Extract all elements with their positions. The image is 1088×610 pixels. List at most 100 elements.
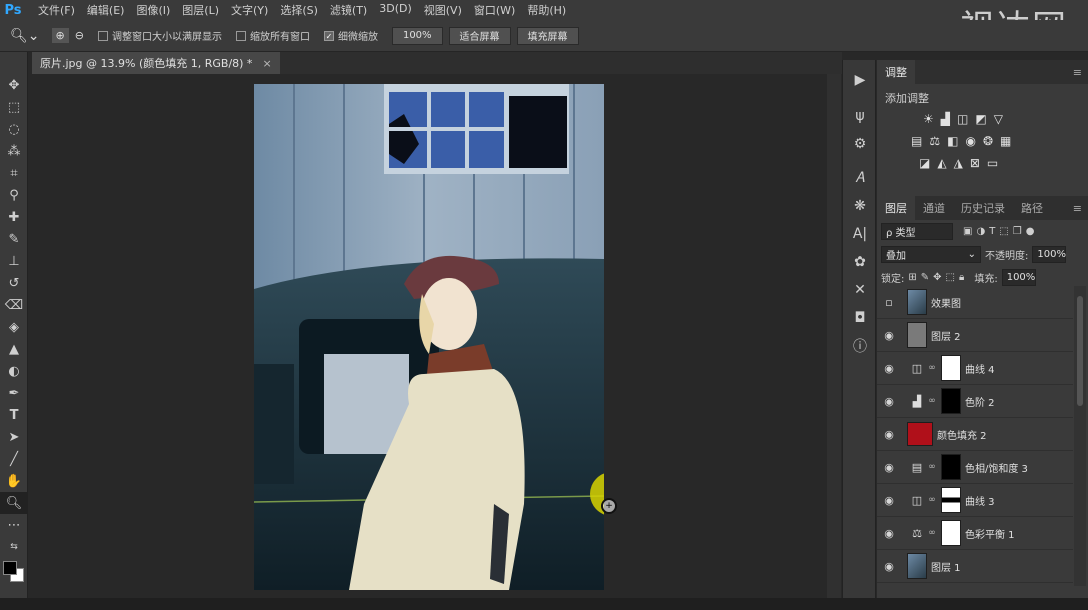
visibility-eye-icon[interactable]: ◉: [877, 461, 901, 474]
brush-tool-icon[interactable]: ✎: [0, 228, 28, 250]
foreground-color-swatch[interactable]: [3, 561, 17, 575]
visibility-eye-icon[interactable]: ◉: [877, 329, 901, 342]
link-icon[interactable]: ∞: [927, 396, 937, 406]
line-tool-icon[interactable]: ╱: [0, 448, 28, 470]
more-tools-icon[interactable]: ⋯: [0, 514, 28, 536]
zoom-100-button[interactable]: 100%: [391, 26, 443, 45]
channel-mixer-icon[interactable]: ❂: [983, 134, 993, 148]
visibility-eye-icon[interactable]: ◉: [877, 527, 901, 540]
visibility-eye-icon[interactable]: ◉: [877, 362, 901, 375]
character-icon[interactable]: 𝐴: [843, 164, 877, 192]
scrubby-zoom-checkbox[interactable]: ✓ 细微缩放: [323, 28, 378, 43]
zoom-tool-icon[interactable]: 🔍︎: [0, 492, 28, 514]
swatch-icon[interactable]: ❋: [843, 192, 877, 220]
layer-row[interactable]: ◉ ▟ ∞ 色阶 2: [877, 385, 1073, 418]
visibility-eye-icon[interactable]: ▫: [877, 296, 901, 309]
history-brush-tool-icon[interactable]: ↺: [0, 272, 28, 294]
document-image[interactable]: [254, 84, 604, 590]
stamp-tool-icon[interactable]: ⊥: [0, 250, 28, 272]
selective-color-icon[interactable]: ⊠: [970, 156, 980, 170]
link-icon[interactable]: ∞: [927, 462, 937, 472]
layer-row[interactable]: ◉ 颜色填充 2: [877, 418, 1073, 451]
link-icon[interactable]: ∞: [927, 528, 937, 538]
menu-item[interactable]: 文字(Y): [225, 2, 274, 18]
levels-icon[interactable]: ▟: [941, 112, 950, 126]
menu-item[interactable]: 帮助(H): [521, 2, 572, 18]
adjust-sliders-icon[interactable]: ⚙: [843, 130, 877, 158]
tools-crossed-icon[interactable]: ✕: [843, 276, 877, 304]
lock-all-icon[interactable]: 🔒︎: [959, 272, 964, 283]
pen-tool-icon[interactable]: ✒: [0, 382, 28, 404]
menu-item[interactable]: 图层(L): [176, 2, 225, 18]
link-icon[interactable]: ∞: [927, 495, 937, 505]
layer-row[interactable]: ◉ ⚖ ∞ 色彩平衡 1: [877, 517, 1073, 550]
photo-filter-icon[interactable]: ◉: [965, 134, 975, 148]
tab-layers-panel[interactable]: 路径: [1013, 196, 1051, 220]
info-icon[interactable]: ⓘ: [843, 332, 877, 360]
opacity-input[interactable]: 100%: [1032, 246, 1067, 263]
zoom-in-icon[interactable]: ⊕: [51, 28, 69, 43]
menu-item[interactable]: 图像(I): [130, 2, 176, 18]
filter-smart-icon[interactable]: ❐: [1013, 226, 1022, 237]
menu-item[interactable]: 滤镜(T): [324, 2, 373, 18]
panel-menu-icon[interactable]: ≡: [1073, 66, 1088, 79]
zoom-out-icon[interactable]: ⊖: [75, 29, 84, 42]
properties-icon[interactable]: ◘: [843, 304, 877, 332]
layer-row[interactable]: ◉ 图层 1: [877, 550, 1073, 583]
scrollbar-thumb[interactable]: [1077, 296, 1083, 406]
paragraph-icon[interactable]: A|: [843, 220, 877, 248]
layer-row[interactable]: ◉ ◫ ∞ 曲线 3: [877, 484, 1073, 517]
paint-bucket-tool-icon[interactable]: ◈: [0, 316, 28, 338]
layer-row[interactable]: ◉ ▤ ∞ 色相/饱和度 3: [877, 451, 1073, 484]
link-icon[interactable]: ∞: [927, 363, 937, 373]
brush-preset-icon[interactable]: ψ: [843, 102, 877, 130]
menu-item[interactable]: 文件(F): [32, 2, 81, 18]
menu-item[interactable]: 选择(S): [274, 2, 324, 18]
zoom-all-windows-checkbox[interactable]: 缩放所有窗口: [235, 28, 310, 43]
styles-icon[interactable]: ✿: [843, 248, 877, 276]
visibility-eye-icon[interactable]: ◉: [877, 560, 901, 573]
visibility-eye-icon[interactable]: ◉: [877, 395, 901, 408]
color-swatches[interactable]: [0, 558, 27, 588]
marquee-tool-icon[interactable]: ⬚: [0, 96, 28, 118]
posterize-icon[interactable]: ◭: [937, 156, 946, 170]
zoom-tool-icon[interactable]: 🔍︎⌄: [10, 28, 40, 44]
lock-position-icon[interactable]: ✥: [933, 272, 941, 283]
tab-layers-panel[interactable]: 图层: [877, 196, 915, 220]
blend-mode-select[interactable]: 叠加 ⌄: [881, 246, 981, 263]
layer-row[interactable]: ▫ 效果图: [877, 286, 1073, 319]
menu-item[interactable]: 窗口(W): [468, 2, 521, 18]
menu-item[interactable]: 编辑(E): [81, 2, 131, 18]
swap-colors-icon[interactable]: ⇆: [0, 536, 28, 558]
layer-row[interactable]: ◉ 图层 2: [877, 319, 1073, 352]
resize-windows-checkbox[interactable]: 调整窗口大小以满屏显示: [97, 28, 222, 43]
menu-item[interactable]: 3D(D): [373, 2, 418, 18]
vibrance-icon[interactable]: ▽: [994, 112, 1003, 126]
magic-wand-tool-icon[interactable]: ⁂: [0, 140, 28, 162]
blur-tool-icon[interactable]: ▲: [0, 338, 28, 360]
invert-icon[interactable]: ◪: [919, 156, 930, 170]
healing-brush-tool-icon[interactable]: ✚: [0, 206, 28, 228]
lock-transparent-icon[interactable]: ⊞: [908, 272, 916, 283]
move-tool-icon[interactable]: ✥: [0, 74, 28, 96]
brightness-icon[interactable]: ☀: [923, 112, 934, 126]
lasso-tool-icon[interactable]: ◌: [0, 118, 28, 140]
filter-adjust-icon[interactable]: ◑: [976, 226, 985, 237]
fit-screen-button[interactable]: 适合屏幕: [448, 26, 511, 45]
dodge-tool-icon[interactable]: ◐: [0, 360, 28, 382]
exposure-icon[interactable]: ◩: [975, 112, 986, 126]
filter-toggle-icon[interactable]: ●: [1026, 226, 1035, 237]
document-tab[interactable]: 原片.jpg @ 13.9% (颜色填充 1, RGB/8) * ×: [32, 52, 280, 74]
eyedropper-tool-icon[interactable]: ⚲: [0, 184, 28, 206]
layers-scrollbar[interactable]: [1074, 286, 1086, 586]
layer-row[interactable]: ◉ ◫ ∞ 曲线 4: [877, 352, 1073, 385]
color-balance-icon[interactable]: ⚖: [929, 134, 940, 148]
tab-layers-panel[interactable]: 通道: [915, 196, 953, 220]
close-icon[interactable]: ×: [262, 57, 271, 70]
tab-layers-panel[interactable]: 历史记录: [953, 196, 1013, 220]
filter-type-icon[interactable]: T: [989, 226, 995, 237]
tab-adjustments[interactable]: 调整: [877, 60, 915, 84]
lock-pixels-icon[interactable]: ✎: [921, 272, 929, 283]
gradient-map-icon[interactable]: ▭: [987, 156, 998, 170]
path-selection-tool-icon[interactable]: ➤: [0, 426, 28, 448]
